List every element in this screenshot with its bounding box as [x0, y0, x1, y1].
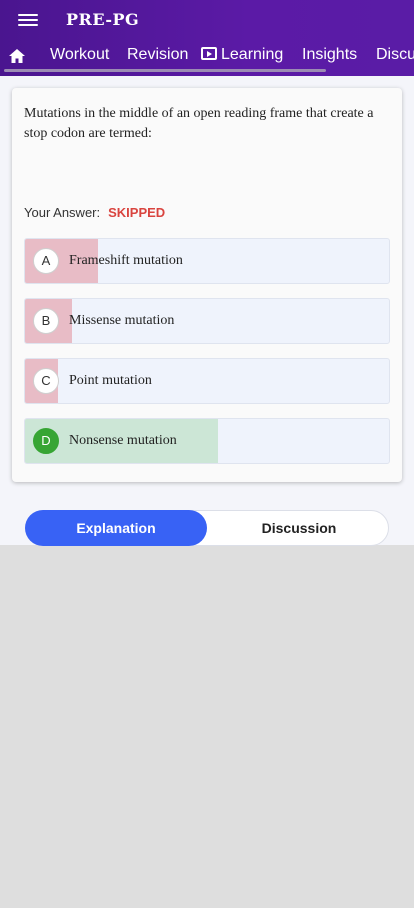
app-bar: PRE-PG Workout Revision Learning Insight…: [0, 0, 414, 76]
home-icon[interactable]: [8, 48, 26, 64]
option-d-text: Nonsense mutation: [69, 433, 177, 448]
tab-scroll-indicator: [4, 69, 326, 72]
discussion-button[interactable]: Discussion: [208, 510, 390, 546]
explanation-discussion-toggle: Explanation Discussion: [25, 510, 389, 546]
option-a-letter: A: [33, 248, 59, 274]
play-video-icon: [201, 47, 217, 60]
question-card: Mutations in the middle of an open readi…: [12, 88, 402, 482]
answer-status: SKIPPED: [108, 205, 166, 220]
menu-icon[interactable]: [18, 11, 38, 29]
app-title: PRE-PG: [66, 10, 140, 29]
tab-learning[interactable]: Learning: [201, 46, 283, 64]
question-text: Mutations in the middle of an open readi…: [24, 106, 374, 141]
option-c-letter: C: [33, 368, 59, 394]
option-c[interactable]: C Point mutation: [24, 358, 390, 404]
tab-discussion[interactable]: Discu: [376, 46, 414, 64]
option-b-letter: B: [33, 308, 59, 334]
option-a[interactable]: A Frameshift mutation: [24, 238, 390, 284]
option-a-text: Frameshift mutation: [69, 253, 183, 268]
option-b[interactable]: B Missense mutation: [24, 298, 390, 344]
tab-revision[interactable]: Revision: [127, 46, 188, 64]
option-c-text: Point mutation: [69, 373, 152, 388]
tab-workout[interactable]: Workout: [50, 46, 109, 64]
option-d-letter: D: [33, 428, 59, 454]
nav-tabs: Workout Revision Learning Insights Discu: [0, 40, 414, 72]
tab-learning-label: Learning: [221, 46, 284, 63]
explanation-button[interactable]: Explanation: [25, 510, 207, 546]
your-answer: Your Answer: SKIPPED: [24, 205, 165, 220]
your-answer-label: Your Answer:: [24, 205, 101, 220]
option-d[interactable]: D Nonsense mutation: [24, 418, 390, 464]
option-b-text: Missense mutation: [69, 313, 175, 328]
tab-insights[interactable]: Insights: [302, 46, 357, 64]
question-review: Mutations in the middle of an open readi…: [0, 76, 414, 546]
